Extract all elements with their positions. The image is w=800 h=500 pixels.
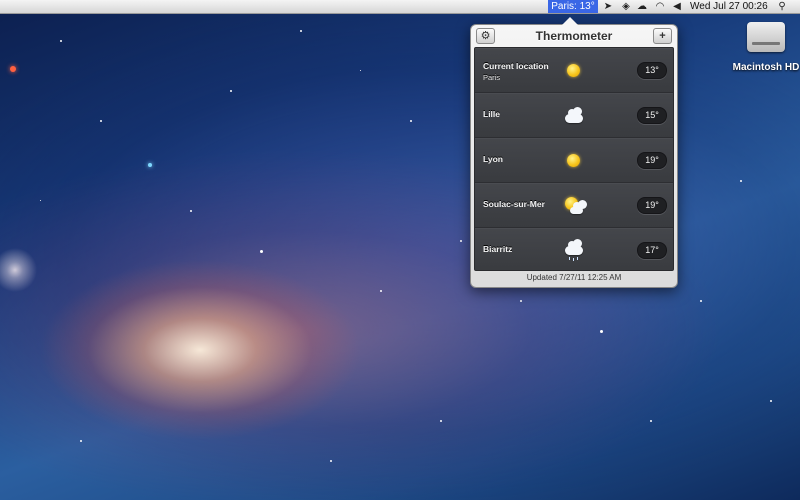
sunny-icon [564, 62, 584, 80]
location-name: Lyon [483, 154, 503, 164]
temperature-badge: 19° [637, 152, 667, 169]
partly-cloudy-icon [564, 197, 587, 215]
macintosh-hd-desktop-icon[interactable]: Macintosh HD [733, 20, 799, 76]
menu-clock[interactable]: Wed Jul 27 00:26 [690, 0, 768, 13]
temperature-badge: 17° [637, 242, 667, 259]
volume-icon[interactable]: ◀ [671, 1, 683, 12]
location-name: Biarritz [483, 244, 513, 254]
menu-bar: Paris: 13° ➤ ◈ ☁ ◠ ◀ Wed Jul 27 00:26 ⚲ [0, 0, 800, 14]
thermometer-popover: ⚙ Thermometer + Current location Paris 1… [470, 17, 678, 288]
spotlight-search-icon[interactable]: ⚲ [776, 1, 788, 12]
location-row[interactable]: Soulac-sur-Mer 19° [475, 183, 673, 228]
plus-icon: + [659, 30, 666, 42]
popover-header: ⚙ Thermometer + [471, 25, 677, 47]
starfield [0, 0, 800, 500]
location-sublabel: Paris [483, 73, 501, 82]
location-row[interactable]: Biarritz 17° [475, 228, 673, 270]
wifi-icon[interactable]: ◠ [654, 1, 666, 12]
location-row[interactable]: Current location Paris 13° [475, 48, 673, 93]
temperature-badge: 19° [637, 197, 667, 214]
location-name: Current location Paris [483, 61, 549, 82]
temperature-badge: 15° [637, 107, 667, 124]
rain-icon [564, 239, 584, 261]
temperature-badge: 13° [637, 62, 667, 79]
cloudy-icon [564, 107, 584, 125]
thermometer-status-item[interactable]: Paris: 13° [548, 0, 598, 13]
hard-drive-icon [747, 22, 785, 52]
location-row[interactable]: Lille 15° [475, 93, 673, 138]
location-name: Lille [483, 109, 501, 119]
location-name: Soulac-sur-Mer [483, 199, 545, 209]
popover-title: Thermometer [535, 29, 613, 43]
popover-arrow [562, 17, 578, 25]
dropbox-icon[interactable]: ◈ [620, 1, 632, 12]
drive-label: Macintosh HD [732, 62, 800, 73]
cloud-icon[interactable]: ☁ [636, 1, 648, 12]
locations-list: Current location Paris 13° Lille 15° Lyo… [474, 47, 674, 271]
location-arrow-icon[interactable]: ➤ [602, 1, 614, 12]
last-updated-text: Updated 7/27/11 12:25 AM [526, 273, 622, 282]
sunny-icon [564, 152, 584, 170]
location-row[interactable]: Lyon 19° [475, 138, 673, 183]
add-location-button[interactable]: + [653, 28, 672, 44]
